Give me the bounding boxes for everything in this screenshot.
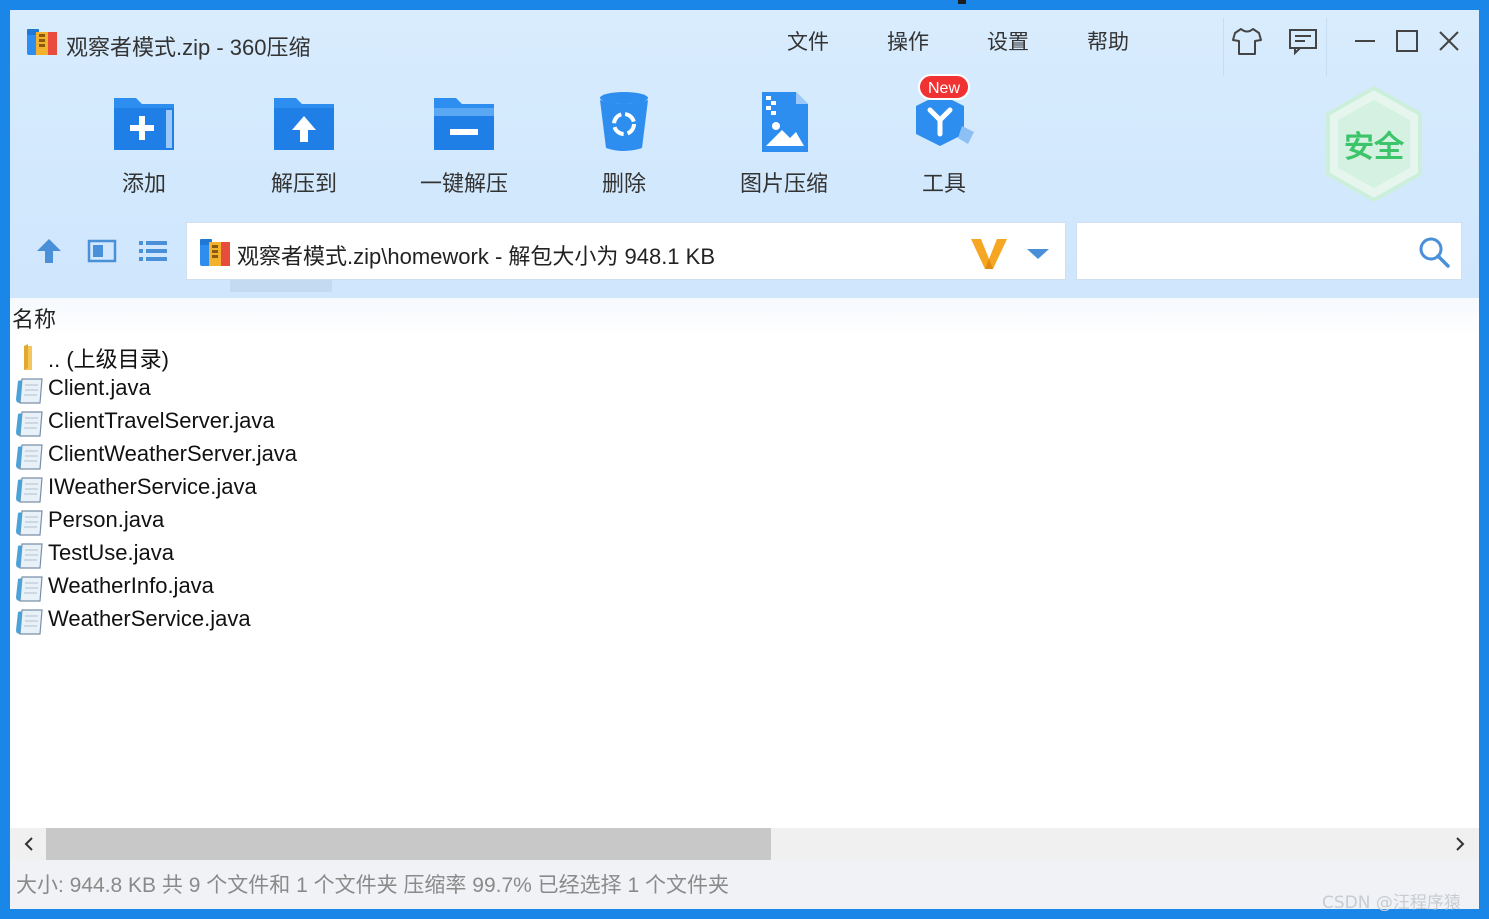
- java-file-icon: [16, 576, 43, 602]
- add-button[interactable]: 添加: [82, 90, 202, 210]
- list-item[interactable]: IWeatherService.java: [10, 472, 1479, 505]
- file-name: Person.java: [48, 507, 165, 532]
- java-file-icon: [16, 477, 43, 503]
- file-name: IWeatherService.java: [48, 474, 257, 499]
- list-view-button[interactable]: [136, 234, 170, 268]
- list-item[interactable]: WeatherService.java: [10, 604, 1479, 637]
- java-file-icon: [16, 378, 43, 404]
- search-box[interactable]: [1076, 222, 1462, 280]
- security-badge[interactable]: 安全: [1322, 84, 1426, 204]
- address-bar[interactable]: 观察者模式.zip\homework - 解包大小为 948.1 KB: [186, 222, 1066, 280]
- title-separator: [1326, 18, 1327, 76]
- maximize-icon: [1396, 30, 1418, 52]
- list-view-icon: [139, 241, 167, 261]
- tools-label: 工具: [921, 171, 966, 196]
- list-item[interactable]: WeatherInfo.java: [10, 571, 1479, 604]
- list-item[interactable]: ClientTravelServer.java: [10, 406, 1479, 439]
- app-window: 观察者模式.zip - 360压缩 文件 操作 设置 帮助 添加 解压到 一键解…: [10, 10, 1479, 909]
- list-item[interactable]: Person.java: [10, 505, 1479, 538]
- menu-file[interactable]: 文件: [787, 26, 829, 56]
- maximize-button[interactable]: [1390, 24, 1424, 58]
- java-file-icon: [16, 411, 43, 437]
- java-file-icon: [16, 510, 43, 536]
- arrow-up-icon: [37, 239, 61, 263]
- java-file-icon: [16, 609, 43, 635]
- skin-button[interactable]: [1230, 24, 1264, 58]
- image-compress-label: 图片压缩: [739, 171, 828, 196]
- java-file-icon: [16, 543, 43, 569]
- header-area: 观察者模式.zip - 360压缩 文件 操作 设置 帮助 添加 解压到 一键解…: [10, 10, 1479, 298]
- status-bar: 大小: 944.8 KB 共 9 个文件和 1 个文件夹 压缩率 99.7% 已…: [10, 860, 1479, 909]
- add-label: 添加: [121, 171, 166, 196]
- delete-button[interactable]: 删除: [562, 90, 682, 210]
- list-item[interactable]: TestUse.java: [10, 538, 1479, 571]
- file-list: 名称 .. (上级目录) Client.java ClientTravelSer: [10, 298, 1479, 828]
- file-name: ClientTravelServer.java: [48, 408, 275, 433]
- file-name: WeatherInfo.java: [48, 573, 214, 598]
- extract-to-button[interactable]: 解压到: [242, 90, 362, 210]
- list-item[interactable]: Client.java: [10, 373, 1479, 406]
- list-item-parent-directory[interactable]: .. (上级目录): [10, 340, 1479, 373]
- file-name: WeatherService.java: [48, 606, 251, 631]
- column-header-name[interactable]: 名称: [10, 298, 1479, 336]
- horizontal-scrollbar[interactable]: [10, 828, 1479, 860]
- vip-v-icon[interactable]: [969, 235, 1009, 271]
- delete-label: 删除: [601, 171, 646, 196]
- view-panel-icon: [87, 239, 117, 263]
- menu-settings[interactable]: 设置: [987, 26, 1029, 56]
- image-compress-icon: [762, 92, 808, 152]
- archive-app-icon: [27, 29, 57, 55]
- one-click-extract-label: 一键解压: [419, 171, 508, 196]
- minimize-button[interactable]: [1348, 24, 1382, 58]
- one-click-extract-button[interactable]: 一键解压: [402, 90, 522, 210]
- skin-icon: [1232, 28, 1262, 55]
- menu-operate[interactable]: 操作: [887, 26, 929, 56]
- folder-icon: [24, 344, 32, 370]
- file-name: .. (上级目录): [48, 347, 169, 372]
- minimize-icon: [1355, 40, 1375, 42]
- image-compress-button[interactable]: 图片压缩: [722, 90, 842, 210]
- search-input[interactable]: [1085, 233, 1409, 271]
- scrollbar-thumb[interactable]: [46, 828, 771, 860]
- archive-icon: [200, 239, 230, 266]
- extract-folder-icon: [274, 98, 334, 150]
- search-icon[interactable]: [1417, 235, 1451, 269]
- new-badge: New: [918, 74, 970, 100]
- chevron-left-icon: [24, 837, 33, 851]
- file-name: ClientWeatherServer.java: [48, 441, 298, 466]
- file-name: Client.java: [48, 375, 151, 400]
- close-button[interactable]: [1432, 24, 1466, 58]
- chevron-right-icon: [1456, 837, 1465, 851]
- mouse-cursor-fragment: [958, 0, 966, 4]
- menu-help[interactable]: 帮助: [1087, 26, 1129, 56]
- list-item[interactable]: ClientWeatherServer.java: [10, 439, 1479, 472]
- tools-button[interactable]: 工具: [882, 90, 1002, 210]
- up-level-button[interactable]: [32, 234, 66, 268]
- path-text: 观察者模式.zip\homework - 解包大小为 948.1 KB: [237, 244, 716, 269]
- thumbnail-view-button[interactable]: [85, 234, 119, 268]
- java-file-icon: [16, 444, 43, 470]
- path-tab-indicator: [230, 280, 332, 292]
- add-folder-icon: [114, 98, 174, 150]
- security-label: 安全: [1344, 131, 1404, 164]
- feedback-button[interactable]: [1286, 24, 1320, 58]
- scroll-right-button[interactable]: [1443, 828, 1477, 860]
- close-icon: [1439, 31, 1459, 51]
- window-title: 观察者模式.zip - 360压缩: [66, 35, 311, 60]
- scroll-left-button[interactable]: [12, 828, 46, 860]
- title-separator: [1223, 18, 1224, 76]
- watermark: CSDN @汪程序猿: [1322, 893, 1461, 913]
- feedback-icon: [1289, 29, 1317, 56]
- extract-to-label: 解压到: [270, 171, 337, 196]
- chevron-down-icon[interactable]: [1023, 241, 1053, 265]
- recycle-bin-icon: [600, 92, 648, 151]
- file-name: TestUse.java: [48, 540, 174, 565]
- one-click-folder-icon: [434, 98, 494, 150]
